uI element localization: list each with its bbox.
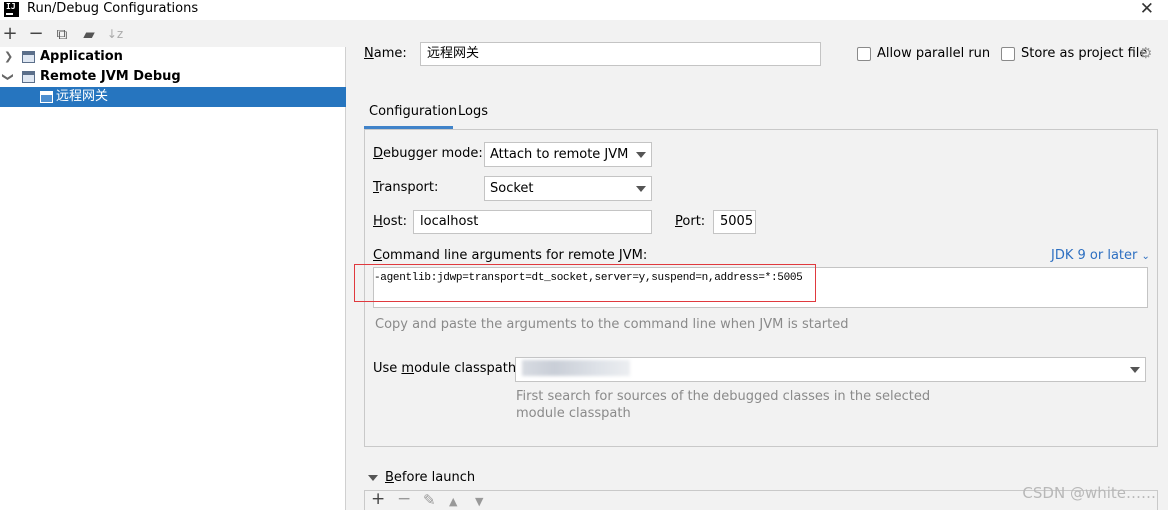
- transport-value: Socket: [490, 181, 534, 196]
- cmd-args-hint: Copy and paste the arguments to the comm…: [375, 317, 849, 332]
- port-input[interactable]: 5005: [713, 210, 756, 234]
- port-label: Port:: [675, 214, 706, 229]
- allow-parallel-checkbox[interactable]: [857, 47, 871, 61]
- tree-item-remote-jvm-debug[interactable]: ❯ Remote JVM Debug: [0, 67, 346, 87]
- store-project-checkbox[interactable]: [1001, 47, 1015, 61]
- move-up-icon[interactable]: ▲: [449, 495, 457, 508]
- move-down-icon[interactable]: ▼: [475, 495, 483, 508]
- transport-label: Transport:: [373, 180, 439, 195]
- left-toolbar: + − ⧉ ▰ ↓z: [0, 23, 346, 47]
- intellij-logo-icon: IJ: [4, 2, 19, 17]
- remove-icon[interactable]: −: [27, 23, 45, 45]
- highlight-annotation-box: [354, 264, 816, 302]
- config-tree: ❯ Application ❯ Remote JVM Debug 远程网关: [0, 47, 346, 510]
- tab-logs[interactable]: Logs: [458, 104, 488, 119]
- collapse-arrow-icon[interactable]: [368, 475, 378, 481]
- gear-icon[interactable]: ⚙: [1139, 44, 1152, 62]
- chevron-right-icon: ❯: [4, 50, 14, 63]
- chevron-down-icon: ⌄: [1141, 251, 1150, 262]
- store-project-label: Store as project file: [1021, 46, 1148, 61]
- allow-parallel-label: Allow parallel run: [877, 46, 991, 61]
- debugger-mode-value: Attach to remote JVM: [490, 147, 629, 162]
- jdk-version-text: JDK 9 or later: [1051, 248, 1138, 263]
- watermark: CSDN @white……: [1022, 484, 1156, 502]
- host-label: Host:: [373, 214, 407, 229]
- debugger-mode-label: Debugger mode:: [373, 146, 483, 161]
- cmd-args-label: Command line arguments for remote JVM:: [373, 248, 648, 263]
- edit-icon[interactable]: ✎: [423, 491, 436, 509]
- tree-item-application[interactable]: ❯ Application: [0, 47, 346, 67]
- blurred-module-name: [522, 360, 630, 376]
- module-hint-line1: First search for sources of the debugged…: [516, 389, 931, 404]
- jdk-version-link[interactable]: JDK 9 or later ⌄: [1051, 248, 1150, 263]
- sort-icon[interactable]: ↓z: [106, 23, 124, 45]
- transport-select[interactable]: Socket: [484, 176, 652, 201]
- title-bar: IJ Run/Debug Configurations ✕: [0, 0, 1168, 20]
- tree-item-label: 远程网关: [56, 89, 109, 104]
- dropdown-arrow-icon: [636, 152, 646, 158]
- remote-debug-icon: [40, 91, 53, 103]
- remote-debug-icon: [22, 71, 35, 83]
- tree-item-label: Application: [40, 49, 123, 64]
- module-hint-line2: module classpath: [516, 406, 631, 421]
- remove-icon[interactable]: −: [397, 489, 411, 509]
- folder-icon[interactable]: ▰: [80, 23, 98, 45]
- tree-item-label: Remote JVM Debug: [40, 69, 181, 84]
- tree-item-selected-config[interactable]: 远程网关: [0, 87, 346, 107]
- module-classpath-label: Use module classpath:: [373, 361, 521, 376]
- dropdown-arrow-icon: [636, 186, 646, 192]
- debugger-mode-select[interactable]: Attach to remote JVM: [484, 142, 652, 167]
- add-icon[interactable]: +: [371, 489, 385, 509]
- chevron-down-icon: ❯: [1, 72, 15, 82]
- window-title: Run/Debug Configurations: [27, 1, 199, 16]
- name-input[interactable]: 远程网关: [420, 42, 821, 66]
- close-icon[interactable]: ✕: [1140, 0, 1154, 19]
- before-launch-label[interactable]: Before launch: [385, 470, 475, 485]
- name-label: Name:: [364, 46, 407, 61]
- host-input[interactable]: localhost: [413, 210, 652, 234]
- dropdown-arrow-icon: [1130, 367, 1140, 373]
- copy-icon[interactable]: ⧉: [53, 23, 71, 45]
- add-icon[interactable]: +: [1, 23, 19, 45]
- tab-configuration[interactable]: Configuration: [369, 104, 457, 119]
- application-icon: [22, 51, 35, 63]
